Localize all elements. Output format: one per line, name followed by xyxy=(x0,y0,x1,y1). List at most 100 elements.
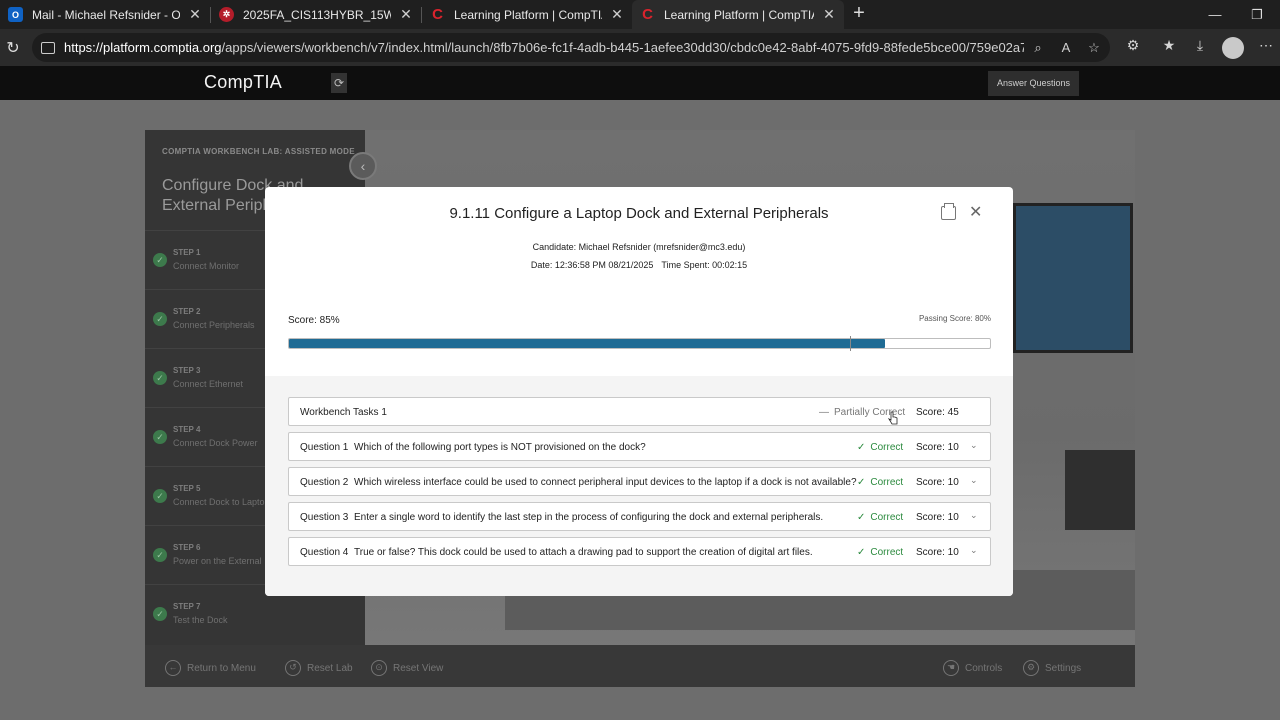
row-status: ✓ Correct xyxy=(857,477,904,488)
check-icon: ✓ xyxy=(857,442,866,453)
check-icon: ✓ xyxy=(153,607,167,621)
favorite-star-icon[interactable]: ☆ xyxy=(1080,40,1108,56)
time-spent-text: Time Spent: 00:02:15 xyxy=(661,260,748,270)
downloads-icon[interactable]: ⤓ xyxy=(1188,37,1212,59)
tab-title: Learning Platform | CompTIA xyxy=(454,7,602,22)
new-tab-icon[interactable]: + xyxy=(844,0,874,29)
collapse-sidebar-button[interactable]: ‹ xyxy=(349,152,377,180)
site-info-icon[interactable] xyxy=(41,41,55,54)
row-score: Score: 10 xyxy=(916,442,959,453)
step-number: STEP 7 xyxy=(173,602,201,611)
maximize-icon[interactable]: ❐ xyxy=(1234,0,1280,29)
url-text[interactable]: https://platform.comptia.org/apps/viewer… xyxy=(64,40,1024,55)
step-desc: Test the Dock xyxy=(173,615,228,625)
score-label: Score: 85% xyxy=(288,315,340,326)
check-icon: ✓ xyxy=(153,548,167,562)
check-icon: ✓ xyxy=(153,489,167,503)
step-number: STEP 4 xyxy=(173,425,201,434)
extensions-icon[interactable]: ⚙ xyxy=(1121,37,1145,59)
close-tab-icon[interactable]: ✕ xyxy=(610,6,624,23)
favorites-icon[interactable]: ★ xyxy=(1157,37,1181,59)
settings-button[interactable]: ⚙ Settings xyxy=(1023,660,1081,676)
question-text: True or false? This dock could be used t… xyxy=(354,547,813,558)
print-icon[interactable] xyxy=(941,203,956,220)
step-desc: Connect Dock to Laptop xyxy=(173,497,270,507)
tab-title: 2025FA_CIS113HYBR_15WK IT Ha xyxy=(243,7,391,22)
browser-tab-bar: O Mail - Michael Refsnider - Outloo ✕ ✲ … xyxy=(0,0,1280,29)
step-number: STEP 3 xyxy=(173,366,201,375)
result-row-question[interactable]: Question 3 Enter a single word to identi… xyxy=(288,502,991,531)
reset-lab-button[interactable]: ↺ Reset Lab xyxy=(285,660,353,676)
address-row: ↻ https://platform.comptia.org/apps/view… xyxy=(0,29,1280,66)
step-number: STEP 1 xyxy=(173,248,201,257)
return-to-menu-button[interactable]: ← Return to Menu xyxy=(165,660,256,676)
step-number: STEP 2 xyxy=(173,307,201,316)
gear-icon: ⚙ xyxy=(1023,660,1039,676)
comptia-icon: C xyxy=(642,6,653,23)
lab-keyboard xyxy=(1065,450,1135,530)
tab-title: Mail - Michael Refsnider - Outloo xyxy=(32,7,180,22)
result-row-question[interactable]: Question 4 True or false? This dock coul… xyxy=(288,537,991,566)
results-list: Workbench Tasks 1 — Partially Correct Sco… xyxy=(265,376,1013,596)
close-icon[interactable]: ✕ xyxy=(969,202,982,222)
row-label: Question 4 xyxy=(300,547,349,558)
row-label: Question 3 xyxy=(300,512,349,523)
close-tab-icon[interactable]: ✕ xyxy=(188,6,202,23)
reset-view-button[interactable]: ⊙ Reset View xyxy=(371,660,443,676)
return-icon: ← xyxy=(165,660,181,676)
outlook-icon: O xyxy=(8,7,23,22)
row-score: Score: 10 xyxy=(916,547,959,558)
chevron-down-icon[interactable]: ⌄ xyxy=(970,510,978,521)
browser-tab[interactable]: O Mail - Michael Refsnider - Outloo ✕ xyxy=(0,0,210,29)
comptia-icon: C xyxy=(432,6,443,23)
browser-tab-active[interactable]: C Learning Platform | CompTIA ✕ xyxy=(632,0,844,29)
lab-mode-label: COMPTIA WORKBENCH LAB: ASSISTED MODE xyxy=(162,147,355,156)
check-icon: ✓ xyxy=(153,371,167,385)
course-icon: ✲ xyxy=(219,7,234,22)
row-status: ✓ Correct xyxy=(857,442,904,453)
app-header: CompTIA xyxy=(0,66,1280,100)
close-tab-icon[interactable]: ✕ xyxy=(399,6,413,23)
address-bar[interactable]: https://platform.comptia.org/apps/viewer… xyxy=(32,33,1110,62)
controls-button[interactable]: ☚ Controls xyxy=(943,660,1002,676)
row-status: ✓ Correct xyxy=(857,512,904,523)
result-row-question[interactable]: Question 2 Which wireless interface coul… xyxy=(288,467,991,496)
read-aloud-icon[interactable]: A xyxy=(1052,40,1080,55)
result-row-workbench[interactable]: Workbench Tasks 1 — Partially Correct Sco… xyxy=(288,397,991,426)
check-icon: ✓ xyxy=(153,253,167,267)
step-desc: Connect Peripherals xyxy=(173,320,255,330)
question-text: Enter a single word to identify the last… xyxy=(354,512,824,523)
score-progress-bar xyxy=(288,336,991,351)
score-progress-fill xyxy=(289,339,885,348)
question-text: Which of the following port types is NOT… xyxy=(354,442,646,453)
hand-icon: ☚ xyxy=(943,660,959,676)
more-menu-icon[interactable]: ⋯ xyxy=(1254,37,1278,59)
profile-avatar[interactable] xyxy=(1222,37,1244,59)
step-desc: Power on the External xyxy=(173,556,262,566)
row-score: Score: 10 xyxy=(916,512,959,523)
row-label: Question 1 xyxy=(300,442,349,453)
zoom-icon[interactable]: ⌕ xyxy=(1024,40,1052,56)
mouse-cursor-icon xyxy=(888,411,898,425)
step-desc: Connect Monitor xyxy=(173,261,240,271)
candidate-info: Candidate: Michael Refsnider (mrefsnider… xyxy=(532,242,746,252)
minimize-icon[interactable]: — xyxy=(1192,0,1238,29)
date-text: Date: 12:36:58 PM 08/21/2025 xyxy=(530,260,654,270)
result-row-question[interactable]: Question 1 Which of the following port t… xyxy=(288,432,991,461)
close-tab-icon[interactable]: ✕ xyxy=(822,6,836,23)
row-label: Question 2 xyxy=(300,477,349,488)
chevron-down-icon[interactable]: ⌄ xyxy=(970,440,978,451)
tab-title: Learning Platform | CompTIA xyxy=(664,7,814,22)
question-text: Which wireless interface could be used t… xyxy=(354,477,857,488)
check-icon: ✓ xyxy=(857,477,866,488)
refresh-icon[interactable]: ⟳ xyxy=(331,73,347,93)
reload-icon[interactable]: ↻ xyxy=(2,38,24,58)
browser-tab[interactable]: C Learning Platform | CompTIA ✕ xyxy=(422,0,632,29)
browser-tab[interactable]: ✲ 2025FA_CIS113HYBR_15WK IT Ha ✕ xyxy=(211,0,421,29)
chevron-left-icon: ‹ xyxy=(360,158,366,174)
reset-icon: ↺ xyxy=(285,660,301,676)
chevron-down-icon[interactable]: ⌄ xyxy=(970,545,978,556)
answer-questions-button[interactable]: Answer Questions xyxy=(988,71,1079,96)
chevron-down-icon[interactable]: ⌄ xyxy=(970,475,978,486)
passing-score-label: Passing Score: 80% xyxy=(918,314,991,323)
